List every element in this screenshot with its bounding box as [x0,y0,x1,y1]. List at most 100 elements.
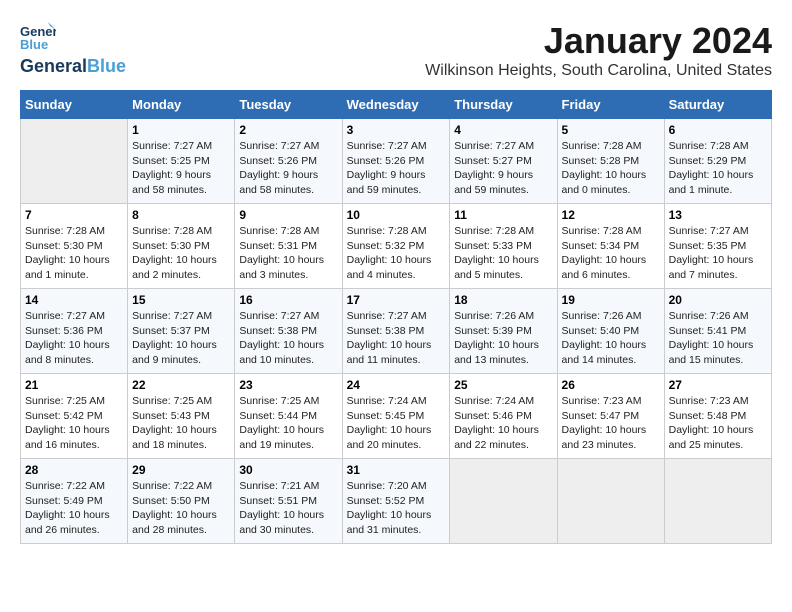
calendar-cell [21,119,128,204]
calendar-week-3: 14 Sunrise: 7:27 AM Sunset: 5:36 PM Dayli… [21,289,772,374]
calendar-cell: 21 Sunrise: 7:25 AM Sunset: 5:42 PM Dayli… [21,374,128,459]
calendar-title: January 2024 [425,20,772,62]
day-number: 22 [132,378,230,392]
calendar-week-1: 1 Sunrise: 7:27 AM Sunset: 5:25 PM Daylig… [21,119,772,204]
day-info: Sunrise: 7:26 AM Sunset: 5:39 PM Dayligh… [454,309,552,368]
calendar-cell: 5Sunrise: 7:28 AM Sunset: 5:28 PM Daylig… [557,119,664,204]
calendar-week-4: 21 Sunrise: 7:25 AM Sunset: 5:42 PM Dayli… [21,374,772,459]
calendar-week-2: 7 Sunrise: 7:28 AM Sunset: 5:30 PM Daylig… [21,204,772,289]
day-number: 5 [562,123,660,137]
day-info: Sunrise: 7:28 AM Sunset: 5:30 PM Dayligh… [132,224,230,283]
day-info: Sunrise: 7:27 AM Sunset: 5:38 PM Dayligh… [347,309,446,368]
calendar-body: 1 Sunrise: 7:27 AM Sunset: 5:25 PM Daylig… [21,119,772,544]
calendar-cell [450,459,557,544]
day-info: Sunrise: 7:27 AM Sunset: 5:37 PM Dayligh… [132,309,230,368]
day-number: 13 [669,208,767,222]
calendar-cell: 19 Sunrise: 7:26 AM Sunset: 5:40 PM Dayli… [557,289,664,374]
day-of-week-sunday: Sunday [21,91,128,119]
day-number: 3 [347,123,446,137]
calendar-cell: 18 Sunrise: 7:26 AM Sunset: 5:39 PM Dayli… [450,289,557,374]
day-info: Sunrise: 7:28 AM Sunset: 5:29 PM Dayligh… [669,139,767,198]
calendar-week-5: 28 Sunrise: 7:22 AM Sunset: 5:49 PM Dayli… [21,459,772,544]
day-info: Sunrise: 7:25 AM Sunset: 5:43 PM Dayligh… [132,394,230,453]
day-info: Sunrise: 7:28 AM Sunset: 5:34 PM Dayligh… [562,224,660,283]
day-number: 21 [25,378,123,392]
day-info: Sunrise: 7:25 AM Sunset: 5:42 PM Dayligh… [25,394,123,453]
day-info: Sunrise: 7:27 AM Sunset: 5:25 PM Dayligh… [132,139,230,198]
calendar-cell: 15Sunrise: 7:27 AM Sunset: 5:37 PM Dayli… [128,289,235,374]
calendar-cell: 16 Sunrise: 7:27 AM Sunset: 5:38 PM Dayli… [235,289,342,374]
calendar-cell: 20Sunrise: 7:26 AM Sunset: 5:41 PM Dayli… [664,289,771,374]
day-info: Sunrise: 7:27 AM Sunset: 5:26 PM Dayligh… [347,139,446,198]
day-number: 1 [132,123,230,137]
calendar-cell: 29 Sunrise: 7:22 AM Sunset: 5:50 PM Dayli… [128,459,235,544]
day-number: 7 [25,208,123,222]
day-of-week-saturday: Saturday [664,91,771,119]
svg-text:Blue: Blue [20,37,48,52]
day-info: Sunrise: 7:25 AM Sunset: 5:44 PM Dayligh… [239,394,337,453]
day-info: Sunrise: 7:24 AM Sunset: 5:46 PM Dayligh… [454,394,552,453]
day-of-week-wednesday: Wednesday [342,91,450,119]
day-info: Sunrise: 7:27 AM Sunset: 5:36 PM Dayligh… [25,309,123,368]
calendar-cell: 6Sunrise: 7:28 AM Sunset: 5:29 PM Daylig… [664,119,771,204]
day-info: Sunrise: 7:27 AM Sunset: 5:27 PM Dayligh… [454,139,552,198]
calendar-cell: 11 Sunrise: 7:28 AM Sunset: 5:33 PM Dayli… [450,204,557,289]
calendar-cell: 17 Sunrise: 7:27 AM Sunset: 5:38 PM Dayli… [342,289,450,374]
calendar-header-row: SundayMondayTuesdayWednesdayThursdayFrid… [21,91,772,119]
calendar-cell: 23 Sunrise: 7:25 AM Sunset: 5:44 PM Dayli… [235,374,342,459]
calendar-cell: 14 Sunrise: 7:27 AM Sunset: 5:36 PM Dayli… [21,289,128,374]
calendar-cell [557,459,664,544]
calendar-cell: 31 Sunrise: 7:20 AM Sunset: 5:52 PM Dayli… [342,459,450,544]
day-number: 14 [25,293,123,307]
day-number: 25 [454,378,552,392]
day-info: Sunrise: 7:21 AM Sunset: 5:51 PM Dayligh… [239,479,337,538]
calendar-cell: 25 Sunrise: 7:24 AM Sunset: 5:46 PM Dayli… [450,374,557,459]
day-info: Sunrise: 7:27 AM Sunset: 5:38 PM Dayligh… [239,309,337,368]
day-info: Sunrise: 7:28 AM Sunset: 5:33 PM Dayligh… [454,224,552,283]
calendar-cell: 9Sunrise: 7:28 AM Sunset: 5:31 PM Daylig… [235,204,342,289]
calendar-cell: 12Sunrise: 7:28 AM Sunset: 5:34 PM Dayli… [557,204,664,289]
day-number: 17 [347,293,446,307]
calendar-cell: 7 Sunrise: 7:28 AM Sunset: 5:30 PM Daylig… [21,204,128,289]
calendar-cell: 1 Sunrise: 7:27 AM Sunset: 5:25 PM Daylig… [128,119,235,204]
day-info: Sunrise: 7:26 AM Sunset: 5:40 PM Dayligh… [562,309,660,368]
day-number: 26 [562,378,660,392]
day-number: 31 [347,463,446,477]
calendar-cell: 26 Sunrise: 7:23 AM Sunset: 5:47 PM Dayli… [557,374,664,459]
calendar-cell: 3 Sunrise: 7:27 AM Sunset: 5:26 PM Daylig… [342,119,450,204]
day-of-week-tuesday: Tuesday [235,91,342,119]
logo: General Blue General Blue [20,20,126,77]
day-of-week-thursday: Thursday [450,91,557,119]
calendar-cell: 4Sunrise: 7:27 AM Sunset: 5:27 PM Daylig… [450,119,557,204]
day-number: 9 [239,208,337,222]
day-info: Sunrise: 7:22 AM Sunset: 5:49 PM Dayligh… [25,479,123,538]
day-number: 28 [25,463,123,477]
day-info: Sunrise: 7:23 AM Sunset: 5:47 PM Dayligh… [562,394,660,453]
day-info: Sunrise: 7:28 AM Sunset: 5:32 PM Dayligh… [347,224,446,283]
calendar-cell: 22 Sunrise: 7:25 AM Sunset: 5:43 PM Dayli… [128,374,235,459]
day-number: 18 [454,293,552,307]
calendar-cell: 2Sunrise: 7:27 AM Sunset: 5:26 PM Daylig… [235,119,342,204]
calendar-cell [664,459,771,544]
calendar-subtitle: Wilkinson Heights, South Carolina, Unite… [425,62,772,80]
day-info: Sunrise: 7:28 AM Sunset: 5:30 PM Dayligh… [25,224,123,283]
day-info: Sunrise: 7:20 AM Sunset: 5:52 PM Dayligh… [347,479,446,538]
calendar-table: SundayMondayTuesdayWednesdayThursdayFrid… [20,90,772,544]
day-number: 19 [562,293,660,307]
day-of-week-monday: Monday [128,91,235,119]
day-info: Sunrise: 7:26 AM Sunset: 5:41 PM Dayligh… [669,309,767,368]
day-of-week-friday: Friday [557,91,664,119]
day-number: 16 [239,293,337,307]
title-area: January 2024 Wilkinson Heights, South Ca… [425,20,772,80]
calendar-cell: 8Sunrise: 7:28 AM Sunset: 5:30 PM Daylig… [128,204,235,289]
calendar-cell: 24Sunrise: 7:24 AM Sunset: 5:45 PM Dayli… [342,374,450,459]
calendar-cell: 10 Sunrise: 7:28 AM Sunset: 5:32 PM Dayli… [342,204,450,289]
day-info: Sunrise: 7:23 AM Sunset: 5:48 PM Dayligh… [669,394,767,453]
day-number: 11 [454,208,552,222]
day-info: Sunrise: 7:27 AM Sunset: 5:35 PM Dayligh… [669,224,767,283]
day-info: Sunrise: 7:22 AM Sunset: 5:50 PM Dayligh… [132,479,230,538]
day-number: 29 [132,463,230,477]
day-number: 23 [239,378,337,392]
logo-blue: Blue [87,56,126,77]
day-number: 10 [347,208,446,222]
